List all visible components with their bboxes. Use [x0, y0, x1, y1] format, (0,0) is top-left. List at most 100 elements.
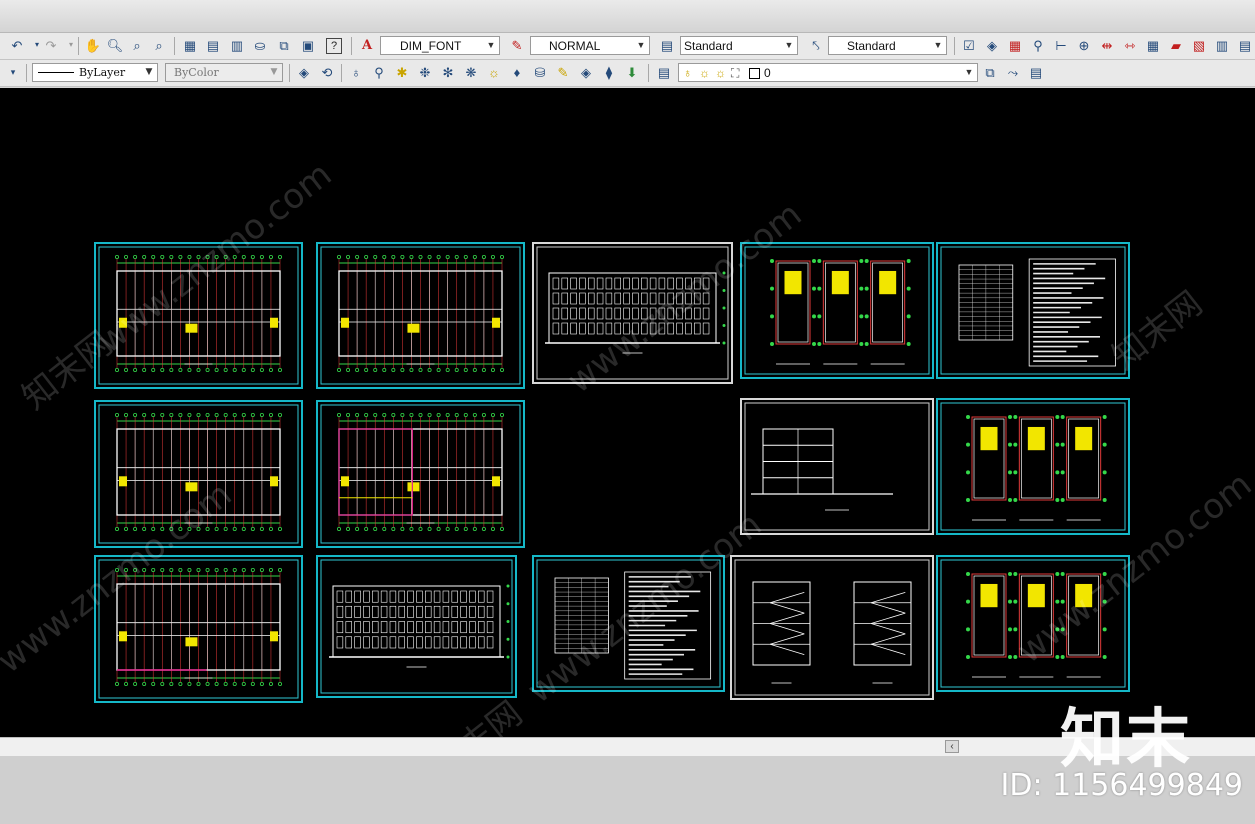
layer-stack-icon[interactable]: ⧫ — [600, 63, 618, 81]
linetype-combo[interactable]: ByLayer ▼ — [32, 63, 158, 82]
sheet-floor-plan-4-axis-bubble — [259, 567, 264, 572]
markup-icon[interactable]: ⛀ — [251, 36, 269, 54]
zoom-realtime-icon[interactable]: 🔍︎ — [106, 36, 124, 54]
sheet-roof-plan-axis-bubble — [382, 526, 387, 531]
sheet-stair-details-3-inner-frame — [940, 559, 1126, 688]
dim-space-icon[interactable]: ⇹ — [1098, 36, 1116, 54]
sheet-floor-plan-3-axis-bubble — [268, 412, 273, 417]
sheet-elevation-side-level-mark — [506, 602, 510, 606]
layer-state-icon[interactable]: ✎ — [554, 63, 572, 81]
sheet-floor-plan-4-axis-bubble — [142, 682, 147, 687]
dim-style-combo[interactable]: NORMAL ▼ — [530, 36, 650, 55]
zoom-previous-icon[interactable]: ⌕ — [150, 36, 168, 54]
layer-lock-icon[interactable]: ✻ — [439, 63, 457, 81]
plot-style-combo[interactable]: ByColor ▼ — [165, 63, 283, 82]
make-current-icon[interactable]: ⬇ — [623, 63, 641, 81]
layer-match-icon[interactable]: ❋ — [462, 63, 480, 81]
table-style-icon[interactable]: ▤ — [658, 36, 676, 54]
sheet-floor-plan-1-axis-bubble — [214, 367, 219, 372]
mleader-style-combo[interactable]: Standard ▼ — [828, 36, 947, 55]
redo-icon[interactable]: ↷ — [42, 36, 60, 54]
pan-icon[interactable]: ✋ — [84, 36, 102, 54]
scroll-left-icon[interactable]: ‹ — [945, 740, 959, 753]
lightbulb-on-icon: ♁ — [683, 66, 692, 80]
sheet-floor-plan-4-axis-bubble — [223, 682, 228, 687]
layer-walk-icon[interactable]: ☼ — [485, 63, 503, 81]
text-style-combo[interactable]: DIM_FONT ▼ — [380, 36, 500, 55]
ordinate-icon[interactable]: ⚲ — [1029, 36, 1047, 54]
grid-icon[interactable]: ▦ — [1006, 36, 1024, 54]
layers-icon[interactable]: ◈ — [983, 36, 1001, 54]
sheet-section-2-stair-flight — [870, 633, 906, 645]
sheet-roof-plan-axis-bubble — [400, 412, 405, 417]
drawing-canvas[interactable] — [0, 88, 1255, 737]
sheet-floor-plan-1-axis-bubble — [268, 254, 273, 259]
sheet-floor-plan-2-axis-bubble — [382, 367, 387, 372]
sheet-elevation-side-window — [389, 636, 397, 649]
sheet-stair-details-1-axis-bubble — [859, 259, 864, 263]
sheet-floor-plan-3-axis-bubble — [277, 526, 282, 531]
sheet-elevation-side-window — [363, 621, 370, 634]
sheet-elevation-side-window — [460, 590, 467, 603]
sheet-floor-plan-1-stair-block — [185, 323, 198, 333]
text-style-icon[interactable]: A — [358, 36, 376, 54]
layer-manager-icon[interactable]: ▤ — [655, 63, 673, 81]
sheet-stair-details-2-axis-bubble — [1008, 415, 1012, 419]
chevron-down-icon[interactable]: ▾ — [4, 63, 22, 81]
dim-break-icon[interactable]: ⇿ — [1121, 36, 1139, 54]
sheet-floor-plan-1-axis-bubble — [124, 254, 129, 259]
sheet-roof-plan-axis-bubble — [418, 526, 423, 531]
layer-translate-icon[interactable]: ⤳ — [1004, 63, 1022, 81]
layer-off-icon[interactable]: ✱ — [393, 63, 411, 81]
sheet-elevation-front-window — [632, 292, 639, 305]
layer-freeze-icon[interactable]: ❉ — [416, 63, 434, 81]
sheet-stair-details-3-axis-bubble — [1013, 572, 1018, 576]
attribute-icon[interactable]: ▧ — [1190, 36, 1208, 54]
dim-edit-icon[interactable]: ☑ — [960, 36, 978, 54]
zoom-window-icon[interactable]: ⌕ — [128, 36, 146, 54]
table-style-combo[interactable]: Standard ▼ — [680, 36, 798, 55]
layer-merge-icon[interactable]: ♦ — [508, 63, 526, 81]
insert-block-icon[interactable]: ▰ — [1167, 36, 1185, 54]
chevron-down-icon: ▼ — [964, 67, 974, 77]
region-icon[interactable]: ▤ — [1236, 36, 1254, 54]
tool-palettes-icon[interactable]: ▥ — [228, 36, 246, 54]
sheet-set-icon[interactable]: ⧉ — [275, 36, 293, 54]
mleader-style-icon[interactable]: ⤣ — [807, 36, 825, 54]
layer-previous-icon[interactable]: ⟲ — [318, 63, 336, 81]
layer-isolate-icon[interactable]: ⚲ — [370, 63, 388, 81]
sheet-floor-plan-2-axis-bubble — [364, 367, 369, 372]
sheet-stair-details-3-axis-bubble — [1055, 599, 1060, 604]
properties-icon[interactable]: ▦ — [181, 36, 199, 54]
table-icon[interactable]: ▦ — [1144, 36, 1162, 54]
sheet-roof-plan-axis-bubble — [427, 526, 432, 531]
baseline-icon[interactable]: ⊢ — [1052, 36, 1070, 54]
sheet-floor-plan-4-stair-block — [119, 631, 127, 642]
lightbulb-icon[interactable]: ♁ — [347, 63, 365, 81]
layer-combo[interactable]: ♁ ☼ ☼ ⛶ 0 ▼ — [678, 63, 978, 82]
sheet-floor-plan-2-axis-bubble — [454, 367, 459, 372]
sheet-floor-plan-2-axis-bubble — [490, 367, 495, 372]
help-icon[interactable]: ? — [326, 38, 342, 54]
sheet-elevation-side-window — [407, 636, 414, 649]
center-mark-icon[interactable]: ⊕ — [1075, 36, 1093, 54]
layer-properties-icon[interactable]: ◈ — [295, 63, 313, 81]
layer-states-icon[interactable]: ⧉ — [981, 63, 999, 81]
separator — [954, 37, 955, 55]
layer-toggle-icon[interactable]: ◈ — [577, 63, 595, 81]
design-center-icon[interactable]: ▤ — [204, 36, 222, 54]
sheet-section-2-stair-flight — [870, 591, 906, 604]
layer-unisolate-icon[interactable]: ▤ — [1027, 63, 1045, 81]
sheet-floor-plan-2-axis-bubble — [445, 254, 450, 259]
sheet-floor-plan-2-axis-bubble — [463, 367, 468, 372]
sheet-floor-plan-2-axis-bubble — [346, 254, 351, 259]
sheet-floor-plan-4-axis-bubble — [151, 567, 156, 572]
sheet-elevation-side-window — [345, 636, 352, 649]
quickcalc-icon[interactable]: ▣ — [299, 36, 317, 54]
layer-delete-icon[interactable]: ⛁ — [531, 63, 549, 81]
undo-icon[interactable]: ↶ — [8, 36, 26, 54]
columns-icon[interactable]: ▥ — [1213, 36, 1231, 54]
sheet-elevation-front-window — [632, 277, 639, 290]
sheet-floor-plan-3-axis-bubble — [169, 412, 174, 417]
dim-style-icon[interactable]: ✎ — [508, 36, 526, 54]
